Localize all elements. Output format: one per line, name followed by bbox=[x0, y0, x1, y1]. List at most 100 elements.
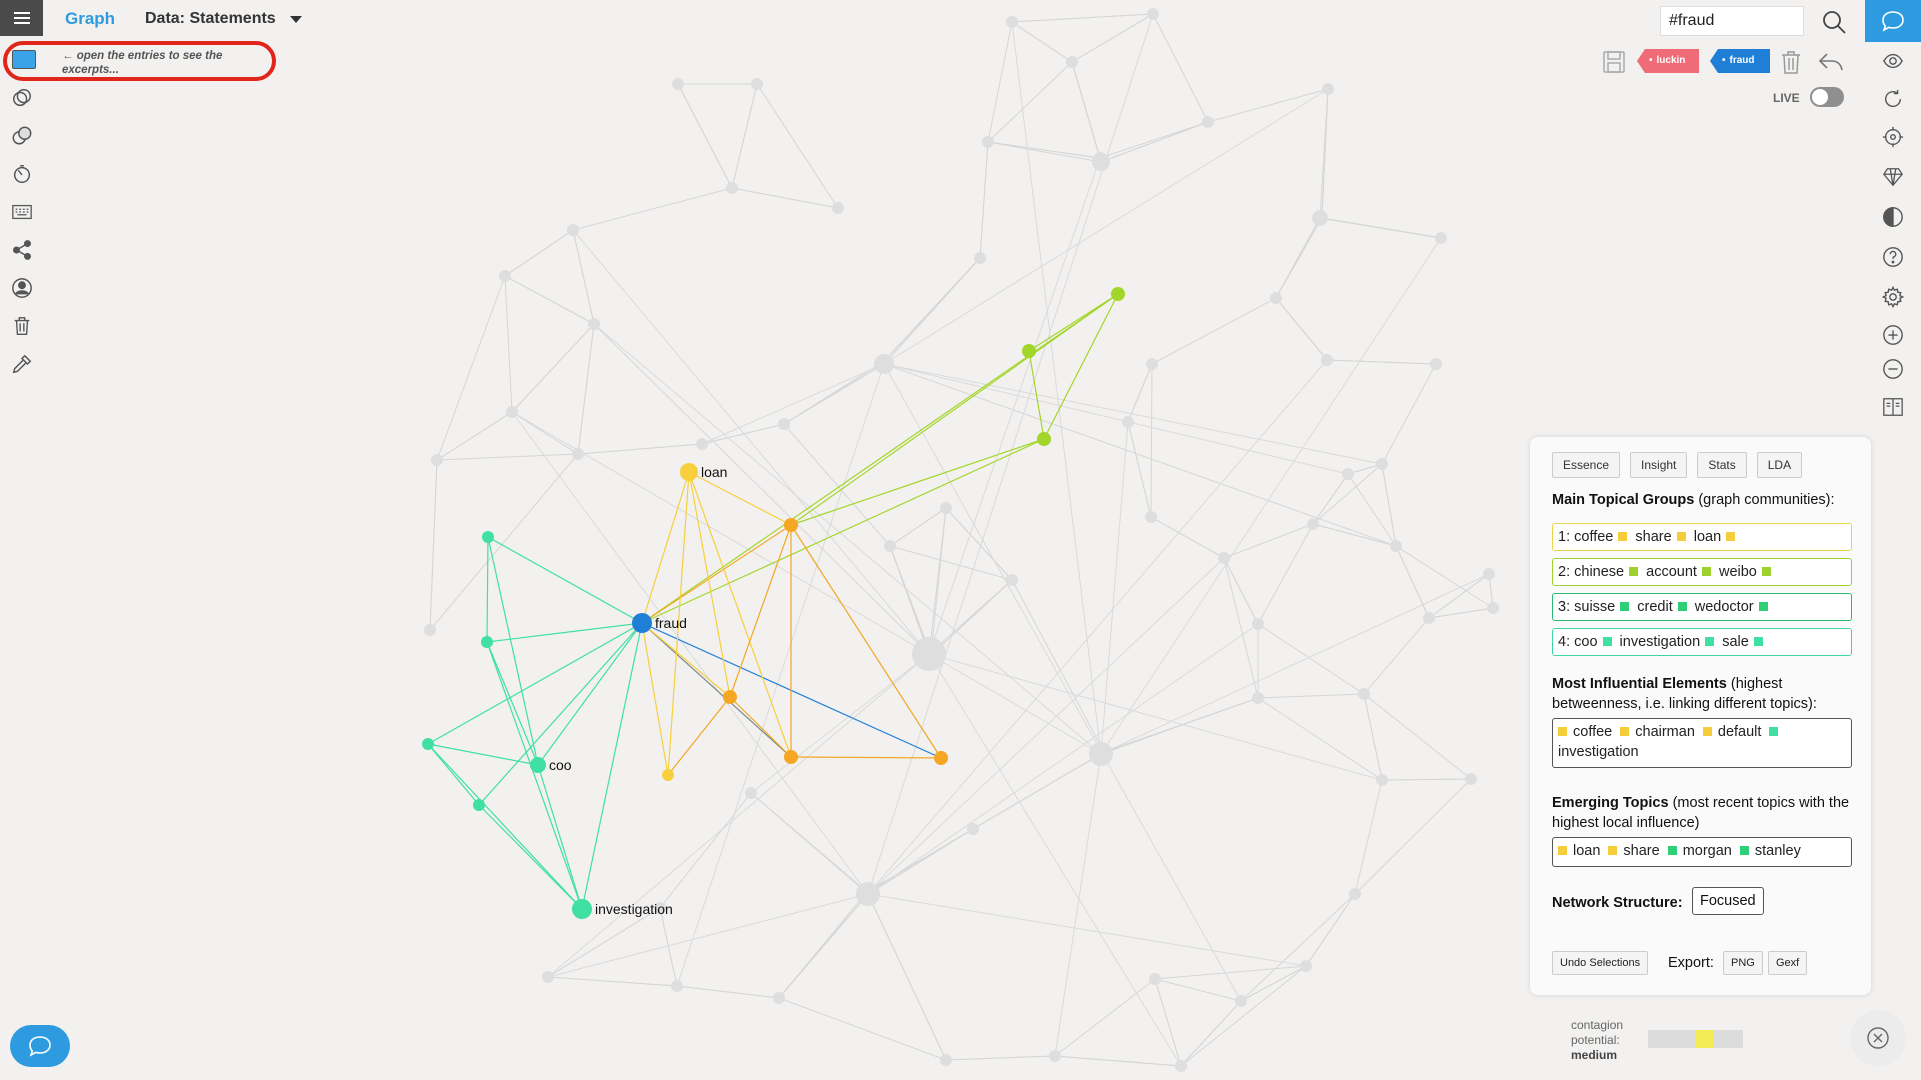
graph-node-t4[interactable] bbox=[473, 799, 485, 811]
group-word[interactable]: sale bbox=[1722, 634, 1749, 650]
graph-node[interactable] bbox=[1006, 574, 1018, 586]
graph-node[interactable] bbox=[1122, 416, 1134, 428]
share-icon[interactable] bbox=[10, 238, 34, 262]
tag-luckin[interactable]: luckin bbox=[1637, 49, 1699, 73]
group-word[interactable]: share bbox=[1635, 529, 1671, 545]
timer-icon[interactable] bbox=[10, 162, 34, 186]
graph-node[interactable] bbox=[1049, 1050, 1061, 1062]
graph-node[interactable] bbox=[1252, 692, 1264, 704]
graph-node[interactable] bbox=[1312, 210, 1328, 226]
eye-icon[interactable] bbox=[1880, 48, 1906, 74]
graph-node[interactable] bbox=[1321, 354, 1333, 366]
graph-node[interactable] bbox=[1465, 773, 1477, 785]
graph-node-o1[interactable] bbox=[784, 518, 798, 532]
graph-node[interactable] bbox=[499, 270, 511, 282]
graph-node[interactable] bbox=[696, 438, 708, 450]
highlighted-nodes[interactable]: loan fraud coo investigation bbox=[422, 287, 1125, 919]
undo-selections-button[interactable]: Undo Selections bbox=[1552, 951, 1649, 975]
group-word[interactable]: investigation bbox=[1620, 634, 1701, 650]
trash-icon[interactable] bbox=[10, 314, 34, 338]
graph-node-investigation[interactable] bbox=[572, 899, 592, 919]
trash-icon[interactable] bbox=[1779, 49, 1803, 75]
graph-node[interactable] bbox=[832, 202, 844, 214]
group-word[interactable]: coffee bbox=[1574, 529, 1613, 545]
topical-group[interactable]: 2: chinese account weibo bbox=[1552, 558, 1852, 586]
graph-node[interactable] bbox=[542, 971, 554, 983]
graph-node[interactable] bbox=[1390, 540, 1402, 552]
graph-node[interactable] bbox=[1175, 1060, 1187, 1072]
graph-node[interactable] bbox=[874, 354, 894, 374]
graph-node[interactable] bbox=[1202, 116, 1214, 128]
graph-node[interactable] bbox=[778, 418, 790, 430]
graph-node[interactable] bbox=[1300, 960, 1312, 972]
node-label-loan[interactable]: loan bbox=[701, 464, 727, 480]
graph-node[interactable] bbox=[1322, 83, 1334, 95]
graph-node[interactable] bbox=[1376, 774, 1388, 786]
graph-node[interactable] bbox=[884, 540, 896, 552]
group-word[interactable]: credit bbox=[1637, 599, 1672, 615]
graph-node[interactable] bbox=[567, 224, 579, 236]
graph-node[interactable] bbox=[1342, 468, 1354, 480]
network-structure-value[interactable]: Focused bbox=[1692, 887, 1764, 915]
keyword[interactable]: investigation bbox=[1558, 744, 1639, 760]
graph-node[interactable] bbox=[1149, 973, 1161, 985]
graph-node[interactable] bbox=[967, 823, 979, 835]
graph-node[interactable] bbox=[1270, 292, 1282, 304]
graph-node-t2[interactable] bbox=[481, 636, 493, 648]
graph-node[interactable] bbox=[726, 182, 738, 194]
keyword[interactable]: loan bbox=[1573, 843, 1600, 859]
zoom-out-icon[interactable] bbox=[1880, 356, 1906, 382]
tab-essence[interactable]: Essence bbox=[1552, 452, 1621, 478]
graph-node[interactable] bbox=[1423, 612, 1435, 624]
hamburger-menu-button[interactable] bbox=[0, 0, 43, 36]
group-word[interactable]: coo bbox=[1574, 634, 1597, 650]
graph-node[interactable] bbox=[431, 454, 443, 466]
graph-node[interactable] bbox=[745, 787, 757, 799]
graph-node[interactable] bbox=[588, 318, 600, 330]
tab-stats[interactable]: Stats bbox=[1697, 452, 1747, 478]
graph-node-g3[interactable] bbox=[1037, 432, 1051, 446]
graph-node-loan[interactable] bbox=[680, 463, 698, 481]
keyword[interactable]: morgan bbox=[1683, 843, 1732, 859]
graph-node[interactable] bbox=[1218, 552, 1230, 564]
graph-node[interactable] bbox=[912, 637, 946, 671]
graph-node[interactable] bbox=[1089, 742, 1113, 766]
export-png-button[interactable]: PNG bbox=[1723, 951, 1763, 975]
filter-overlap-icon[interactable] bbox=[10, 86, 34, 110]
export-gexf-button[interactable]: Gexf bbox=[1768, 951, 1808, 975]
book-icon[interactable] bbox=[1880, 394, 1906, 420]
graph-node[interactable] bbox=[1252, 618, 1264, 630]
chevron-down-icon[interactable] bbox=[290, 16, 302, 23]
graph-node[interactable] bbox=[1006, 16, 1018, 28]
keyboard-icon[interactable] bbox=[10, 200, 34, 224]
node-label-fraud[interactable]: fraud bbox=[655, 615, 687, 631]
graph-node[interactable] bbox=[773, 992, 785, 1004]
node-label-coo[interactable]: coo bbox=[549, 757, 572, 773]
topical-group[interactable]: 4: coo investigation sale bbox=[1552, 628, 1852, 656]
graph-node-o2[interactable] bbox=[723, 690, 737, 704]
graph-node[interactable] bbox=[940, 1054, 952, 1066]
data-selector[interactable]: Data: Statements bbox=[145, 10, 276, 28]
user-icon[interactable] bbox=[10, 276, 34, 300]
group-word[interactable]: weibo bbox=[1719, 564, 1757, 580]
graph-node[interactable] bbox=[1376, 458, 1388, 470]
node-label-investigation[interactable]: investigation bbox=[595, 901, 673, 917]
refresh-icon[interactable] bbox=[1880, 86, 1906, 112]
compare-overlap-icon[interactable] bbox=[10, 124, 34, 148]
keyword[interactable]: stanley bbox=[1755, 843, 1801, 859]
graph-node[interactable] bbox=[1307, 518, 1319, 530]
graph-node[interactable] bbox=[671, 980, 683, 992]
settings-icon[interactable] bbox=[1880, 284, 1906, 310]
graph-node[interactable] bbox=[572, 448, 584, 460]
pipette-icon[interactable] bbox=[10, 352, 34, 376]
graph-node[interactable] bbox=[1358, 688, 1370, 700]
graph-node-o3[interactable] bbox=[784, 750, 798, 764]
graph-node[interactable] bbox=[1487, 602, 1499, 614]
group-word[interactable]: account bbox=[1646, 564, 1697, 580]
graph-node-t3[interactable] bbox=[422, 738, 434, 750]
graph-node[interactable] bbox=[1146, 358, 1158, 370]
graph-node[interactable] bbox=[1483, 568, 1495, 580]
graph-node-g1[interactable] bbox=[1111, 287, 1125, 301]
search-icon[interactable] bbox=[1820, 8, 1848, 36]
graph-node[interactable] bbox=[1147, 8, 1159, 20]
